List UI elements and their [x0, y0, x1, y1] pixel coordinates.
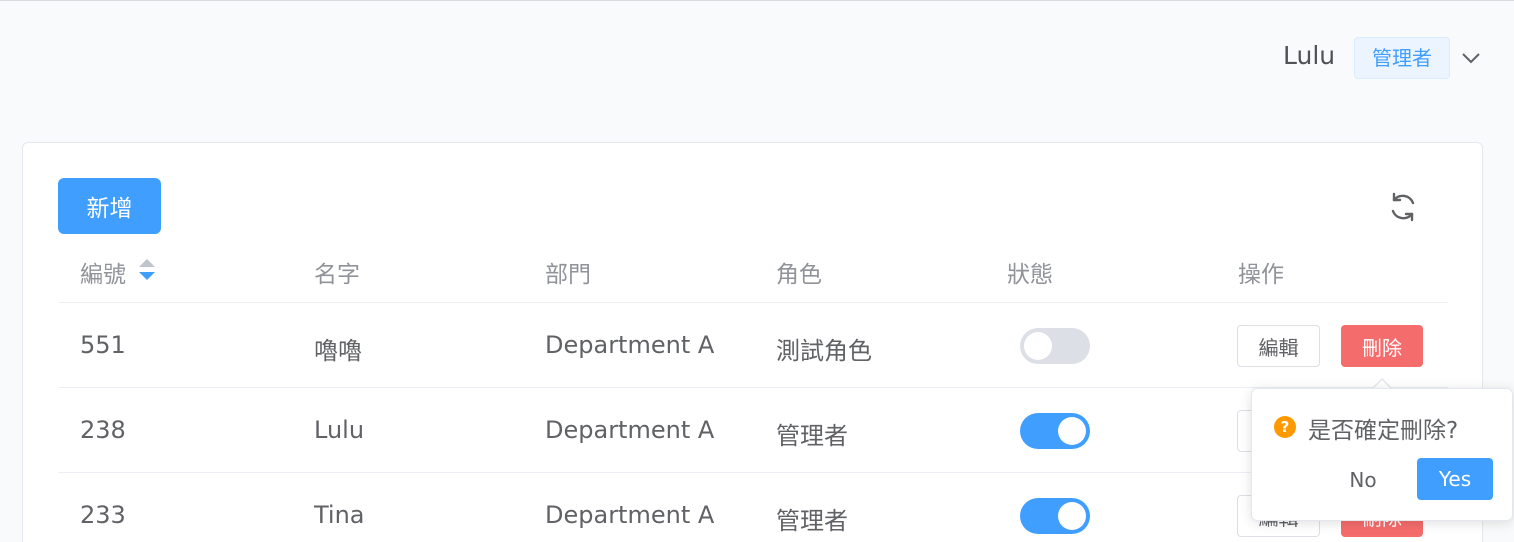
- cell-department: Department A: [545, 416, 715, 444]
- cell-name: Lulu: [314, 416, 365, 444]
- toggle-knob: [1058, 417, 1086, 445]
- edit-button[interactable]: 編輯: [1237, 325, 1320, 367]
- cell-role: 管理者: [776, 507, 848, 535]
- column-header-name: 名字: [314, 262, 360, 288]
- role-badge: 管理者: [1354, 37, 1450, 79]
- status-toggle[interactable]: [1020, 328, 1090, 364]
- cell-id: 551: [80, 331, 126, 359]
- user-table: 編號 名字 部門 角色 狀態 操作 551 嚕嚕 Department A 測試…: [58, 243, 1448, 542]
- chevron-down-icon[interactable]: [1460, 47, 1482, 69]
- cell-department: Department A: [545, 331, 715, 359]
- column-header-id[interactable]: 編號: [80, 255, 126, 289]
- column-header-role: 角色: [776, 262, 822, 288]
- delete-button[interactable]: 刪除: [1341, 325, 1423, 367]
- toggle-knob: [1024, 332, 1052, 360]
- table-row: 238 Lulu Department A 管理者 編輯 刪除: [58, 388, 1448, 473]
- cell-role: 測試角色: [776, 337, 872, 365]
- popconfirm-message: 是否確定刪除?: [1308, 418, 1459, 444]
- user-name: Lulu: [1283, 41, 1336, 70]
- yes-button[interactable]: Yes: [1417, 458, 1493, 500]
- table-header: 編號 名字 部門 角色 狀態 操作: [58, 243, 1448, 303]
- table-row: 233 Tina Department A 管理者 編輯 刪除: [58, 473, 1448, 542]
- cell-role: 管理者: [776, 422, 848, 450]
- question-icon: ?: [1274, 416, 1296, 438]
- cell-id: 233: [80, 501, 126, 529]
- status-toggle[interactable]: [1020, 498, 1090, 534]
- sort-icon[interactable]: [138, 257, 156, 283]
- no-button[interactable]: No: [1332, 459, 1394, 501]
- refresh-icon[interactable]: [1387, 191, 1419, 223]
- toggle-knob: [1058, 502, 1086, 530]
- page-header: Lulu 管理者: [0, 1, 1514, 111]
- column-header-department: 部門: [545, 262, 591, 288]
- column-header-actions: 操作: [1238, 262, 1284, 288]
- add-button[interactable]: 新增: [58, 178, 161, 234]
- table-row: 551 嚕嚕 Department A 測試角色 編輯 刪除: [58, 303, 1448, 388]
- cell-id: 238: [80, 416, 126, 444]
- cell-department: Department A: [545, 501, 715, 529]
- cell-name: 嚕嚕: [314, 337, 362, 365]
- cell-name: Tina: [314, 501, 365, 529]
- column-header-status: 狀態: [1007, 262, 1053, 288]
- delete-popconfirm: ? 是否確定刪除? No Yes: [1251, 388, 1513, 521]
- status-toggle[interactable]: [1020, 413, 1090, 449]
